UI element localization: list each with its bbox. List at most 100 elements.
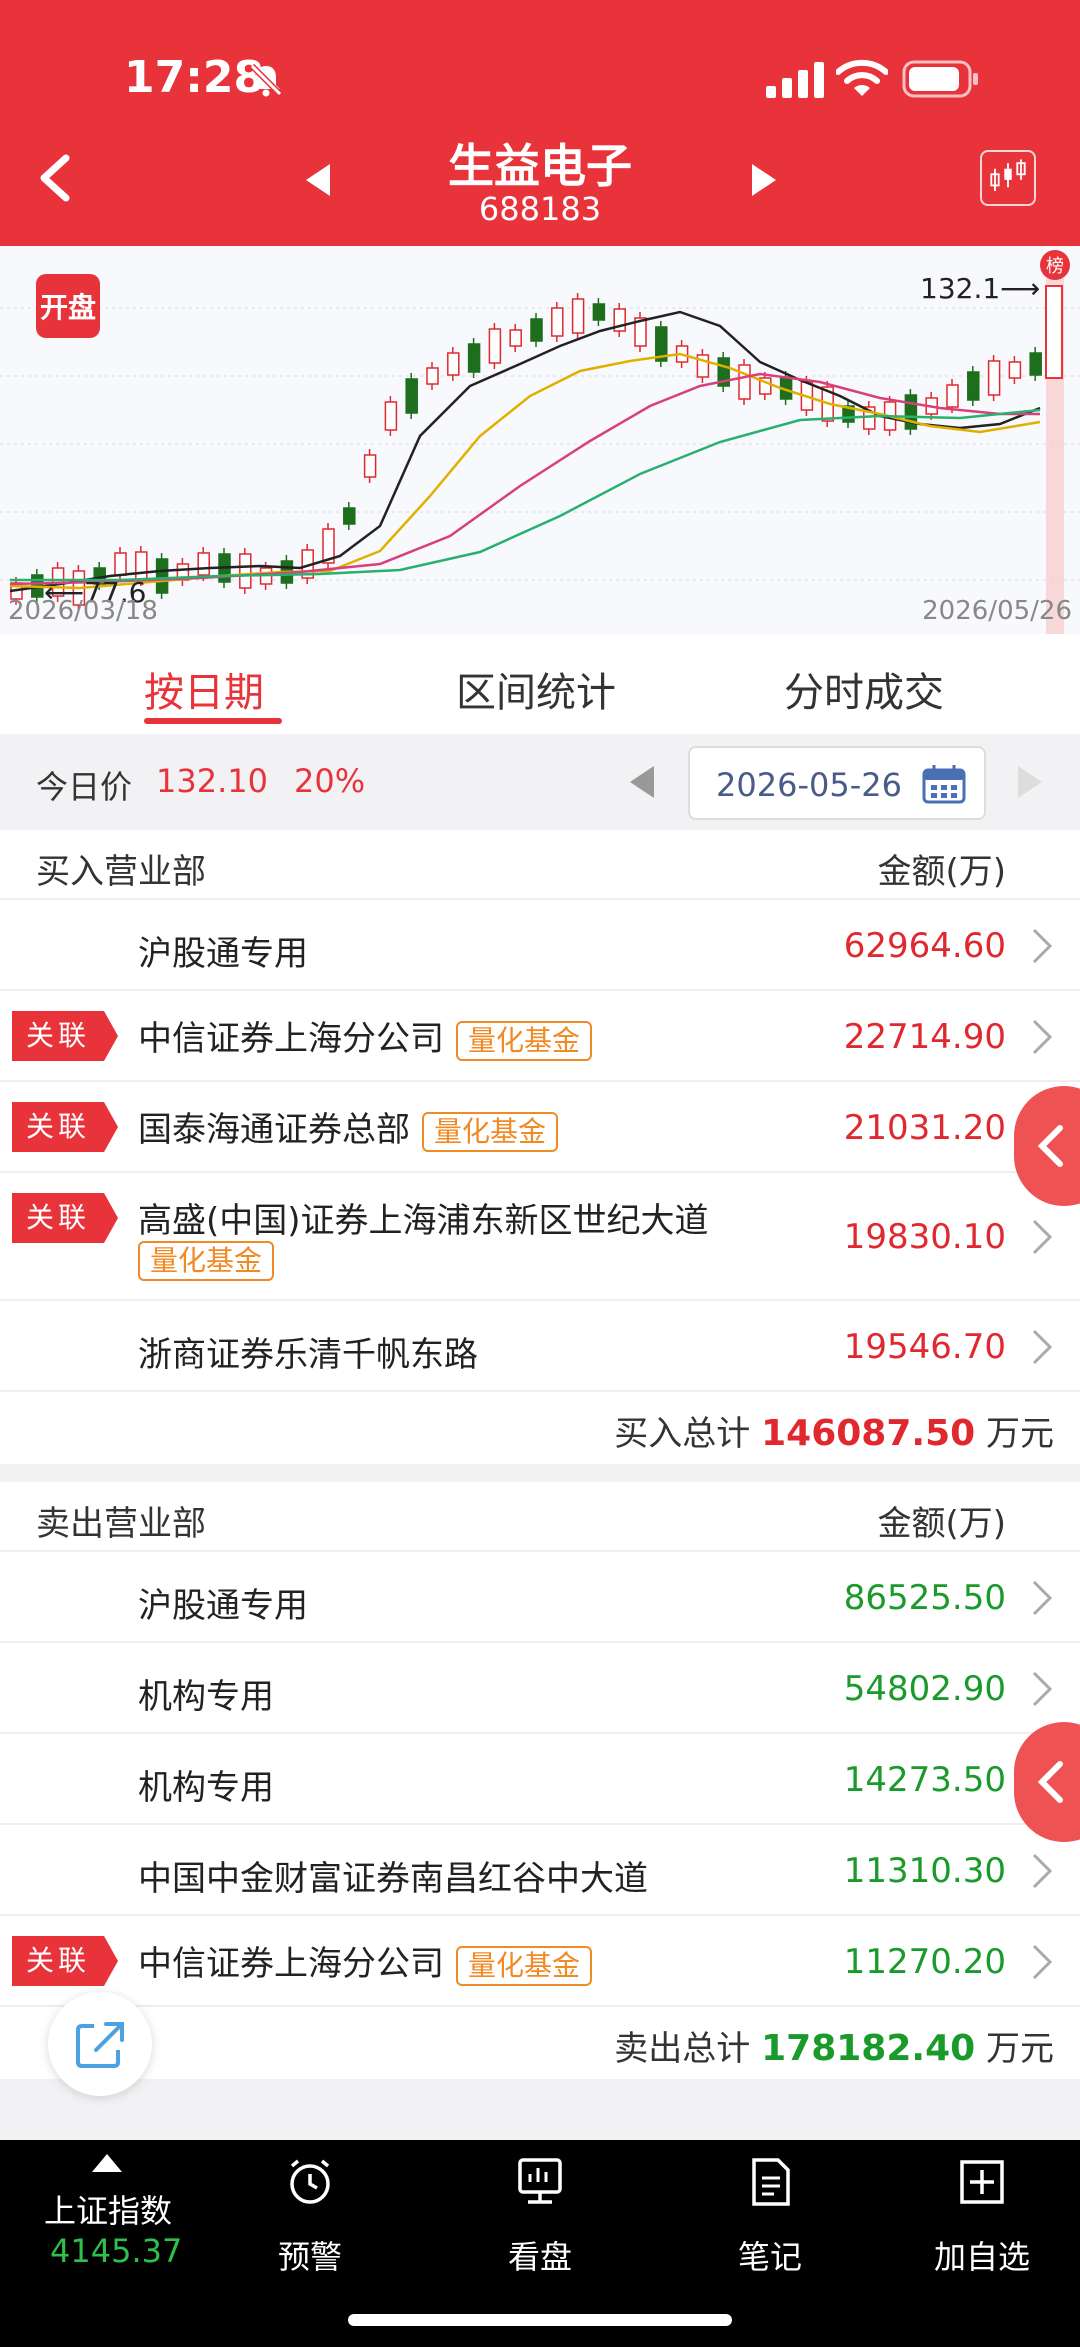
chevron-left-icon bbox=[1037, 1761, 1063, 1803]
share-button[interactable] bbox=[48, 1992, 152, 2096]
sell-row[interactable]: 沪股通专用 86525.50 bbox=[0, 1552, 1080, 1643]
sell-row[interactable]: 机构专用 14273.50 bbox=[0, 1734, 1080, 1825]
bottom-gap bbox=[0, 2079, 1080, 2140]
candle-body bbox=[384, 401, 398, 431]
kline-chart[interactable]: 开盘 132.1⟶ ⟵77.6 2026/03/18 2026/05/26 榜 bbox=[0, 246, 1080, 634]
sell-total-unit: 万元 bbox=[986, 2029, 1054, 2069]
sell-amount: 11310.30 bbox=[843, 1851, 1006, 1891]
broker-name: 机构专用 bbox=[138, 1677, 274, 1717]
candle-body bbox=[738, 364, 751, 400]
candle-body bbox=[363, 454, 377, 478]
silent-bell-icon bbox=[249, 63, 283, 97]
chevron-right-icon bbox=[1032, 1580, 1053, 1616]
sell-row[interactable]: 中国中金财富证券南昌红谷中大道 11310.30 bbox=[0, 1825, 1080, 1916]
candle-body bbox=[467, 343, 481, 373]
candle-body bbox=[343, 507, 356, 525]
broker-name: 浙商证券乐清千帆东路 bbox=[138, 1335, 478, 1375]
buy-row[interactable]: 关联 高盛(中国)证券上海浦东新区世纪大道 量化基金 19830.10 bbox=[0, 1173, 1080, 1301]
ma10-line bbox=[9, 352, 1041, 590]
candlestick-icon bbox=[990, 159, 1026, 191]
caret-up-icon bbox=[92, 2154, 122, 2172]
high-price-marker: 132.1⟶ bbox=[920, 272, 1041, 305]
buy-row[interactable]: 沪股通专用 62964.60 bbox=[0, 900, 1080, 991]
candle-body bbox=[447, 352, 460, 376]
related-tag-label-wrap: 关联 bbox=[12, 1193, 118, 1243]
candle-body bbox=[551, 307, 564, 337]
buy-total: 买入总计 146087.50 万元 bbox=[614, 1406, 1054, 1455]
buy-total-row: 买入总计 146087.50 万元 bbox=[0, 1392, 1080, 1464]
tab-by-date[interactable]: 按日期 bbox=[144, 660, 264, 718]
chevron-right-icon bbox=[1032, 928, 1053, 964]
sell-amount: 86525.50 bbox=[843, 1578, 1006, 1618]
tab-bar: 按日期 区间统计 分时成交 bbox=[0, 634, 1080, 734]
quant-fund-tag: 量化基金 bbox=[422, 1111, 559, 1152]
bottom-nav-bar: 上证指数 4145.37 预警 看盘 笔记 加自选 bbox=[0, 2140, 1080, 2347]
rank-badge[interactable]: 榜 bbox=[1040, 250, 1070, 280]
selected-date: 2026-05-26 bbox=[716, 766, 902, 804]
nav-add-watchlist[interactable]: 加自选 bbox=[892, 2140, 1072, 2290]
tab-underline bbox=[144, 718, 282, 724]
candle-body bbox=[426, 367, 439, 385]
sell-row[interactable]: 关联 中信证券上海分公司 量化基金 11270.20 bbox=[0, 1916, 1080, 2007]
broker-name: 沪股通专用 bbox=[138, 934, 308, 974]
index-name: 上证指数 bbox=[44, 2192, 173, 2230]
next-date-icon[interactable] bbox=[1014, 764, 1046, 800]
chevron-right-icon bbox=[1032, 1019, 1053, 1055]
nav-watch-market[interactable]: 看盘 bbox=[450, 2140, 630, 2290]
sell-amount-column: 金额(万) bbox=[877, 1504, 1006, 1544]
tab-intraday-trades[interactable]: 分时成交 bbox=[784, 660, 944, 718]
buy-section-title: 买入营业部 bbox=[36, 852, 206, 892]
broker-name: 国泰海通证券总部 bbox=[138, 1110, 410, 1150]
related-tag-label-wrap: 关联 bbox=[12, 1936, 118, 1986]
nav-notes[interactable]: 笔记 bbox=[680, 2140, 860, 2290]
chevron-right-icon bbox=[1032, 1671, 1053, 1707]
sell-total-row: 卖出总计 178182.40 万元 bbox=[0, 2007, 1080, 2079]
nav-alert[interactable]: 预警 bbox=[220, 2140, 400, 2290]
prev-date-icon[interactable] bbox=[626, 764, 658, 800]
related-tag-label: 关联 bbox=[25, 1944, 90, 1977]
open-market-badge[interactable]: 开盘 bbox=[36, 274, 100, 338]
buy-amount: 22714.90 bbox=[843, 1017, 1006, 1057]
broker-name: 机构专用 bbox=[138, 1768, 274, 1808]
back-chevron-icon[interactable] bbox=[30, 150, 80, 206]
home-indicator bbox=[348, 2314, 732, 2326]
share-icon bbox=[76, 2022, 124, 2068]
broker-name: 中信证券上海分公司 bbox=[138, 1019, 444, 1059]
index-value: 4145.37 bbox=[50, 2232, 183, 2270]
date-picker[interactable]: 2026-05-26 bbox=[688, 746, 986, 820]
sell-amount: 54802.90 bbox=[843, 1669, 1006, 1709]
status-time: 17:28 bbox=[124, 52, 265, 103]
chart-start-date: 2026/03/18 bbox=[8, 596, 158, 626]
ma30-line bbox=[10, 408, 1041, 582]
next-stock-icon[interactable] bbox=[742, 160, 782, 200]
sell-section-title: 卖出营业部 bbox=[36, 1504, 206, 1544]
kline-toggle-button[interactable] bbox=[980, 150, 1036, 206]
sell-row[interactable]: 机构专用 54802.90 bbox=[0, 1643, 1080, 1734]
broker-name-wrap: 中信证券上海分公司 量化基金 bbox=[138, 1936, 593, 1986]
nav-market-index[interactable]: 上证指数 4145.37 bbox=[10, 2140, 190, 2290]
buy-row[interactable]: 浙商证券乐清千帆东路 19546.70 bbox=[0, 1301, 1080, 1392]
related-tag-label: 关联 bbox=[25, 1019, 90, 1052]
buy-row[interactable]: 关联 国泰海通证券总部 量化基金 21031.20 bbox=[0, 1082, 1080, 1173]
candle-body bbox=[488, 328, 502, 364]
buy-total-value: 146087.50 bbox=[761, 1413, 976, 1454]
alarm-clock-icon bbox=[290, 2159, 330, 2204]
buy-row[interactable]: 关联 中信证券上海分公司 量化基金 22714.90 bbox=[0, 991, 1080, 1082]
broker-name-wrap: 中信证券上海分公司 量化基金 bbox=[138, 1011, 593, 1061]
related-tag-label: 关联 bbox=[25, 1201, 90, 1234]
related-tag-label: 关联 bbox=[25, 1110, 90, 1143]
nav-watch-label: 看盘 bbox=[507, 2238, 572, 2276]
battery-icon bbox=[902, 60, 978, 98]
price-bar: 今日价 132.10 20% 2026-05-26 bbox=[0, 734, 1080, 830]
tab-range-stats[interactable]: 区间统计 bbox=[456, 660, 616, 718]
buy-amount: 62964.60 bbox=[843, 926, 1006, 966]
sell-amount: 14273.50 bbox=[843, 1760, 1006, 1800]
buy-amount: 21031.20 bbox=[843, 1108, 1006, 1148]
plus-box-icon bbox=[960, 2160, 1004, 2204]
sell-amount: 11270.20 bbox=[843, 1942, 1006, 1982]
sell-total-value: 178182.40 bbox=[761, 2028, 976, 2069]
prev-stock-icon[interactable] bbox=[300, 160, 340, 200]
broker-name: 中信证券上海分公司 bbox=[138, 1944, 444, 1984]
nav-notes-label: 笔记 bbox=[737, 2238, 802, 2276]
broker-name: 高盛(中国)证券上海浦东新区世纪大道 bbox=[138, 1201, 709, 1241]
